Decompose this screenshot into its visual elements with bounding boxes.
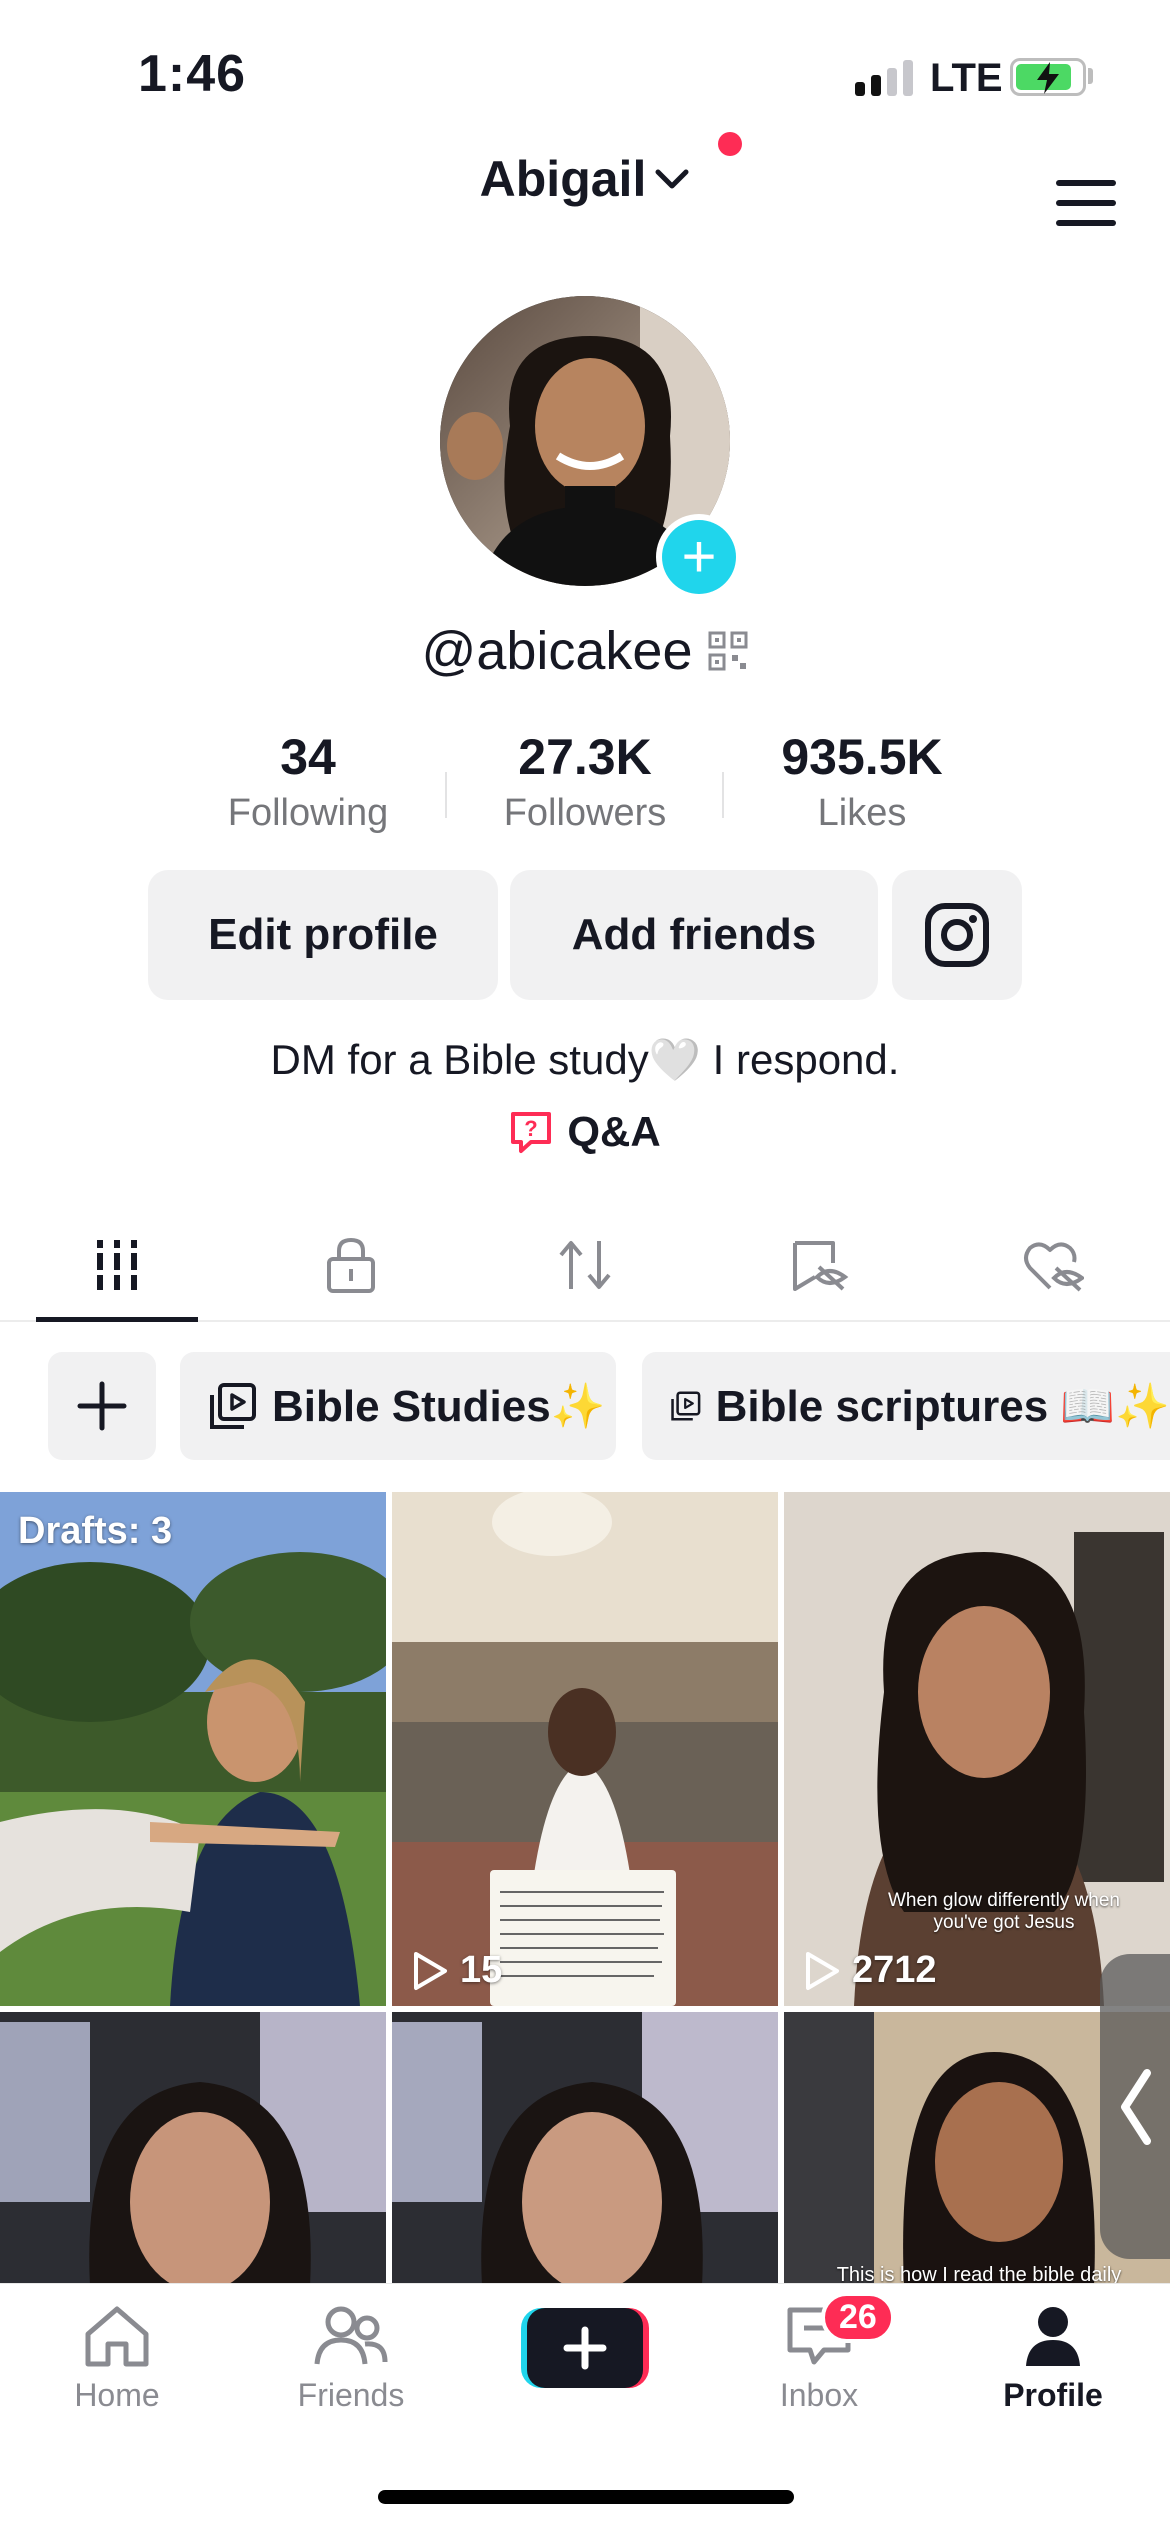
lock-icon — [327, 1237, 375, 1293]
followers-label: Followers — [503, 792, 667, 834]
playlist-label: Bible Studies✨ — [272, 1382, 606, 1431]
profile-handle: @abicakee — [421, 621, 693, 681]
instagram-button[interactable] — [892, 870, 1022, 1000]
nav-home-label: Home — [74, 2377, 160, 2413]
add-avatar-button[interactable]: + — [656, 514, 742, 600]
view-count: 2712 — [804, 1949, 937, 1992]
video-thumbnail — [0, 1492, 386, 2006]
chevron-left-icon — [1121, 2068, 1151, 2145]
video-thumbnail — [392, 1492, 778, 2006]
playlist-row: Bible Studies✨ Bible scriptures 📖✨ — [0, 1352, 1170, 1460]
notification-dot — [718, 132, 742, 156]
home-icon — [85, 2306, 149, 2367]
status-time: 1:46 — [138, 45, 247, 103]
playlist-chip[interactable]: Bible scriptures 📖✨ — [642, 1352, 1170, 1460]
home-indicator[interactable] — [378, 2490, 794, 2504]
add-playlist-button[interactable] — [48, 1352, 156, 1460]
nav-profile-label: Profile — [1003, 2377, 1103, 2413]
video-caption: When glow differently when you've got Je… — [888, 1890, 1120, 1933]
nav-friends[interactable]: Friends — [271, 2304, 431, 2414]
following-label: Following — [227, 792, 389, 834]
svg-text:?: ? — [525, 1116, 538, 1141]
account-switcher[interactable]: Abigail — [0, 150, 1170, 208]
following-stat[interactable]: 34 Following — [170, 728, 447, 835]
tab-private[interactable] — [234, 1210, 468, 1320]
video-thumbnail — [392, 2012, 778, 2286]
video-tile[interactable]: 15 — [392, 1492, 778, 2006]
question-bubble-icon: ? — [511, 1112, 552, 1153]
battery-icon — [1010, 58, 1086, 96]
profile-tabs — [0, 1210, 1170, 1322]
account-name: Abigail — [479, 151, 647, 207]
video-tile[interactable] — [392, 2012, 778, 2286]
video-thumbnail — [0, 2012, 386, 2286]
playlist-icon — [210, 1383, 256, 1429]
nav-profile[interactable]: Profile — [973, 2304, 1133, 2414]
inbox-badge: 26 — [821, 2292, 895, 2343]
tab-videos[interactable] — [0, 1210, 234, 1322]
nav-inbox[interactable]: 26 Inbox — [739, 2292, 899, 2414]
playlist-chip[interactable]: Bible Studies✨ — [180, 1352, 616, 1460]
edit-profile-button[interactable]: Edit profile — [148, 870, 498, 1000]
drafts-tile[interactable]: Drafts: 3 — [0, 1492, 386, 2006]
nav-inbox-label: Inbox — [779, 2377, 859, 2413]
nav-home[interactable]: Home — [37, 2304, 197, 2414]
qa-label: Q&A — [567, 1108, 661, 1155]
tab-liked[interactable] — [936, 1210, 1170, 1320]
nav-friends-label: Friends — [297, 2377, 405, 2413]
liked-icon — [1024, 1242, 1084, 1292]
play-icon — [806, 1951, 839, 1990]
plus-icon — [77, 1381, 127, 1431]
menu-button[interactable] — [1056, 180, 1116, 230]
play-icon — [414, 1951, 447, 1990]
add-friends-button[interactable]: Add friends — [510, 870, 878, 1000]
likes-count: 935.5K — [781, 729, 943, 785]
followers-count: 27.3K — [518, 729, 652, 785]
cellular-signal-icon — [855, 60, 913, 96]
plus-icon: + — [662, 520, 736, 594]
drafts-label: Drafts: 3 — [18, 1510, 173, 1552]
tab-saved[interactable] — [702, 1210, 936, 1320]
following-count: 34 — [280, 729, 336, 785]
playlist-label: Bible scriptures 📖✨ — [715, 1382, 1170, 1431]
view-count: 15 — [412, 1949, 502, 1992]
profile-bio: DM for a Bible study🤍 I respond. — [270, 1036, 900, 1083]
qa-link[interactable]: ? Q&A — [0, 1108, 1170, 1164]
battery-nub — [1088, 68, 1093, 84]
profile-icon — [1026, 2307, 1080, 2366]
profile-handle-row: @abicakee — [0, 620, 1170, 682]
video-tile[interactable]: When glow differently when you've got Je… — [784, 1492, 1170, 2006]
side-drawer-handle[interactable] — [1100, 1954, 1170, 2259]
create-plus-icon — [521, 2308, 649, 2388]
repost-icon — [559, 1241, 611, 1289]
chevron-down-icon — [655, 169, 689, 189]
tab-reposts[interactable] — [468, 1210, 702, 1320]
videos-icon — [93, 1240, 141, 1290]
saved-icon — [793, 1241, 849, 1291]
video-tile[interactable] — [0, 2012, 386, 2286]
playlist-icon — [671, 1391, 701, 1421]
profile-stats: 34 Following 27.3K Followers 935.5K Like… — [170, 728, 1000, 835]
qr-code-icon[interactable] — [708, 631, 748, 671]
network-type: LTE — [930, 56, 1003, 100]
instagram-icon — [925, 903, 989, 967]
likes-label: Likes — [817, 792, 907, 834]
friends-icon — [314, 2306, 388, 2365]
create-button[interactable] — [505, 2302, 665, 2397]
followers-stat[interactable]: 27.3K Followers — [447, 728, 724, 835]
likes-stat[interactable]: 935.5K Likes — [724, 728, 1000, 835]
